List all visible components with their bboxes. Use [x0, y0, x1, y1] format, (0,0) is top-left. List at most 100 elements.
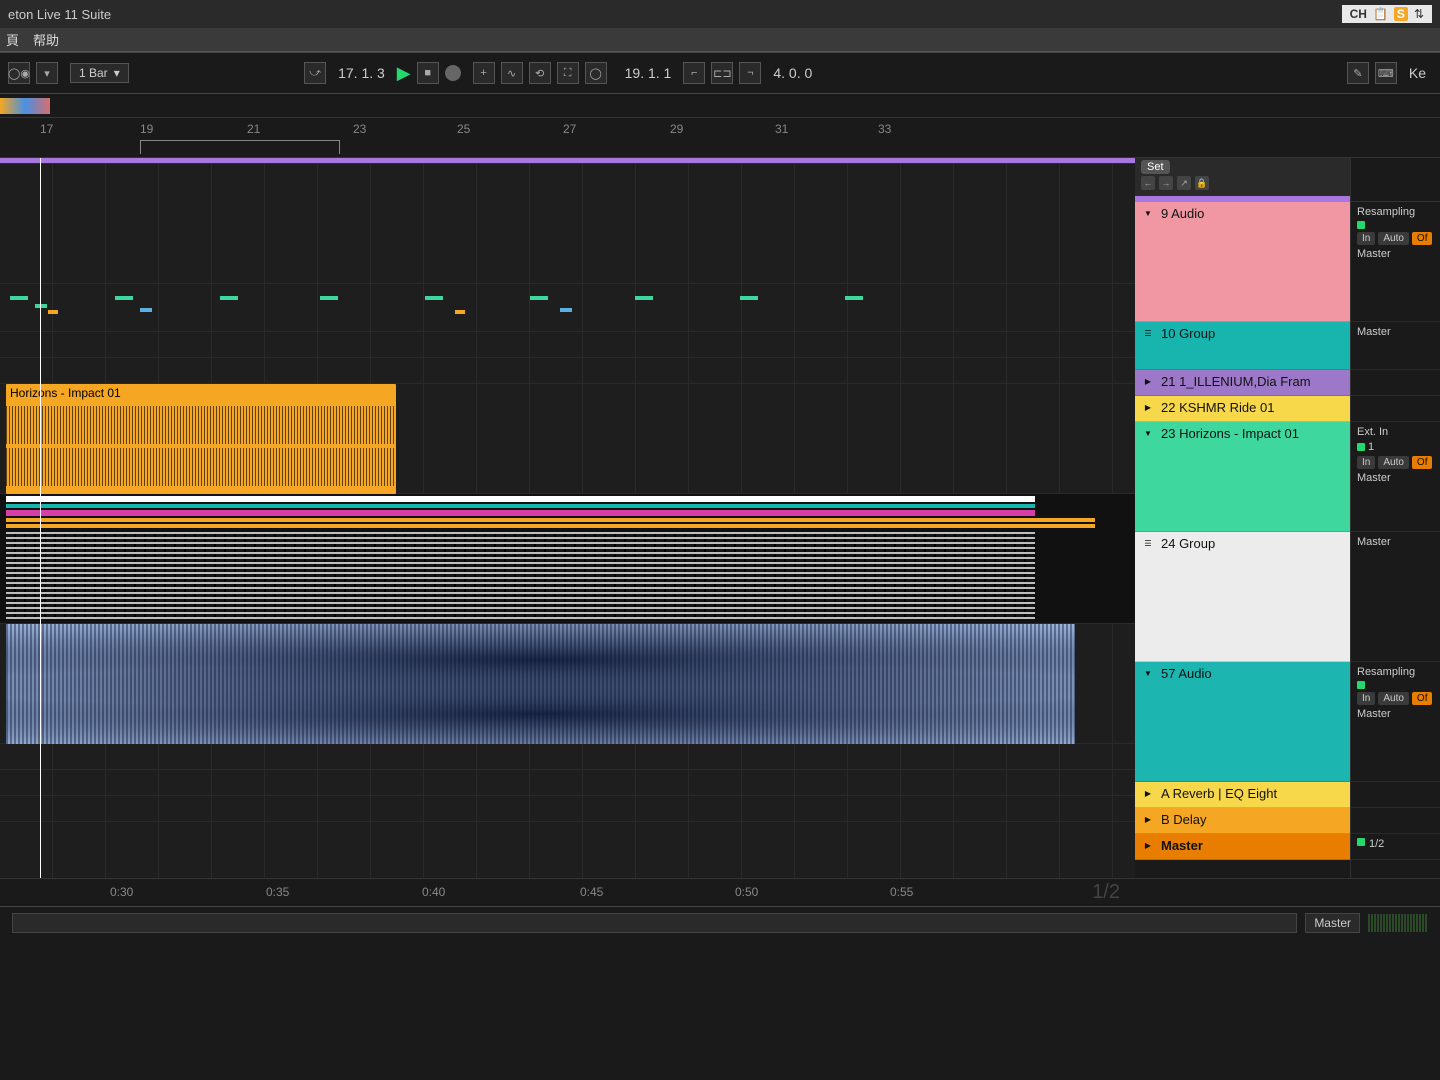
play-icon[interactable]: ▶ [1141, 838, 1155, 852]
track-lane-master[interactable] [0, 796, 1135, 822]
ime-indicator[interactable]: CH [1350, 7, 1367, 21]
cue-icon[interactable] [1357, 838, 1365, 846]
midi-note[interactable] [48, 310, 58, 314]
tray-icon-notepad[interactable]: 📋 [1373, 7, 1388, 21]
session-record-btn[interactable]: ◯ [585, 62, 607, 84]
loop-start-position[interactable]: 19. 1. 1 [619, 65, 678, 81]
fold-icon[interactable]: ▼ [1141, 206, 1155, 220]
track-lane-9[interactable] [0, 164, 1135, 284]
metronome-dropdown[interactable]: ▾ [36, 62, 58, 84]
nav-expand-icon[interactable]: ↗ [1177, 176, 1191, 190]
key-map-label[interactable]: Ke [1403, 65, 1432, 81]
track-lane-24[interactable] [0, 494, 1135, 624]
play-button[interactable]: ▶ [397, 63, 411, 84]
clip-horizons[interactable]: Horizons - Impact 01 [6, 384, 396, 494]
mixer-return-a[interactable] [1351, 782, 1440, 808]
play-icon[interactable]: ▶ [1141, 400, 1155, 414]
midi-note[interactable] [740, 296, 758, 300]
midi-note[interactable] [10, 296, 28, 300]
track-header-return-b[interactable]: ▶B Delay [1135, 808, 1350, 834]
quantize-dropdown[interactable]: 1 Bar▾ [70, 63, 129, 83]
clip-57-audio[interactable] [6, 624, 1075, 744]
fold-icon[interactable]: ▼ [1141, 426, 1155, 440]
track-header-21[interactable]: ▶21 1_ILLENIUM,Dia Fram [1135, 370, 1350, 396]
arrangement-timeline[interactable]: // (placeholder - gridlines drawn via CS… [0, 158, 1135, 878]
midi-note[interactable] [140, 308, 152, 312]
punch-in-btn[interactable]: ⌐ [683, 62, 705, 84]
beat-ruler[interactable]: 17 19 21 23 25 27 29 31 33 [0, 118, 1440, 158]
midi-keyboard-btn[interactable]: ⌨ [1375, 62, 1397, 84]
track-header-return-a[interactable]: ▶A Reverb | EQ Eight [1135, 782, 1350, 808]
punch-out-btn[interactable]: ¬ [739, 62, 761, 84]
track-header-23[interactable]: ▼23 Horizons - Impact 01 [1135, 422, 1350, 532]
track-lane-23[interactable]: Horizons - Impact 01 [0, 384, 1135, 494]
lock-icon[interactable]: 🔒 [1195, 176, 1209, 190]
draw-mode-btn[interactable]: ✎ [1347, 62, 1369, 84]
playhead[interactable] [40, 158, 41, 878]
track-lane-57[interactable] [0, 624, 1135, 744]
midi-note[interactable] [35, 304, 47, 308]
mixer-track-22[interactable] [1351, 396, 1440, 422]
title-bar: eton Live 11 Suite CH 📋 S ⇅ [0, 0, 1440, 28]
transport-toolbar: ◯◉ ▾ 1 Bar▾ ⤻ 17. 1. 3 ▶ ■ + ∿ ⟲ ⛶ ◯ 19.… [0, 52, 1440, 94]
chevron-down-icon: ▾ [114, 66, 120, 80]
track-lane-22[interactable] [0, 358, 1135, 384]
track-lane-return-a[interactable] [0, 744, 1135, 770]
reenable-automation-btn[interactable]: ⟲ [529, 62, 551, 84]
loop-switch[interactable]: ⊏⊐ [711, 62, 733, 84]
tray-icon-s[interactable]: S [1394, 7, 1408, 21]
record-button[interactable] [445, 65, 461, 81]
menu-bar: 頁 帮助 [0, 28, 1440, 52]
overdub-btn[interactable]: + [473, 62, 495, 84]
midi-note[interactable] [530, 296, 548, 300]
midi-note[interactable] [845, 296, 863, 300]
track-lane-10[interactable] [0, 284, 1135, 332]
play-icon[interactable]: ▶ [1141, 786, 1155, 800]
unfold-icon[interactable]: ☰ [1141, 536, 1155, 550]
automation-arm-btn[interactable]: ∿ [501, 62, 523, 84]
midi-note[interactable] [220, 296, 238, 300]
mixer-track-9[interactable]: Resampling InAutoOf Master [1351, 202, 1440, 322]
tray-icon-updown[interactable]: ⇅ [1414, 7, 1424, 21]
track-header-24[interactable]: ☰24 Group [1135, 532, 1350, 662]
track-lane-21[interactable] [0, 332, 1135, 358]
arrangement-overview[interactable] [0, 94, 1440, 118]
menu-item-1[interactable]: 頁 [6, 30, 19, 49]
track-header-master[interactable]: ▶Master [1135, 834, 1350, 860]
metronome-btn[interactable]: ◯◉ [8, 62, 30, 84]
loop-length[interactable]: 4. 0. 0 [767, 65, 818, 81]
follow-btn[interactable]: ⤻ [304, 62, 326, 84]
midi-note[interactable] [115, 296, 133, 300]
ruler-tick: 21 [247, 122, 260, 136]
track-lane-return-b[interactable] [0, 770, 1135, 796]
nav-back-icon[interactable]: ← [1141, 176, 1155, 190]
stop-button[interactable]: ■ [417, 62, 439, 84]
track-header-22[interactable]: ▶22 KSHMR Ride 01 [1135, 396, 1350, 422]
fold-icon[interactable]: ▼ [1141, 666, 1155, 680]
mixer-track-57[interactable]: Resampling InAutoOf Master [1351, 662, 1440, 782]
nav-fwd-icon[interactable]: → [1159, 176, 1173, 190]
mixer-master[interactable]: 1/2 [1351, 834, 1440, 860]
track-header-10[interactable]: ☰10 Group [1135, 322, 1350, 370]
arrangement-position[interactable]: 17. 1. 3 [332, 65, 391, 81]
mixer-return-b[interactable] [1351, 808, 1440, 834]
menu-item-help[interactable]: 帮助 [33, 30, 59, 49]
unfold-icon[interactable]: ☰ [1141, 326, 1155, 340]
midi-note[interactable] [455, 310, 465, 314]
track-header-57[interactable]: ▼57 Audio [1135, 662, 1350, 782]
mixer-track-10[interactable]: Master [1351, 322, 1440, 370]
capture-btn[interactable]: ⛶ [557, 62, 579, 84]
mixer-track-24[interactable]: Master [1351, 532, 1440, 662]
mixer-track-23[interactable]: Ext. In 1 InAutoOf Master [1351, 422, 1440, 532]
track-header-9[interactable]: ▼9 Audio [1135, 202, 1350, 322]
play-icon[interactable]: ▶ [1141, 374, 1155, 388]
midi-note[interactable] [425, 296, 443, 300]
play-icon[interactable]: ▶ [1141, 812, 1155, 826]
master-output-label[interactable]: Master [1305, 913, 1360, 933]
midi-note[interactable] [635, 296, 653, 300]
midi-note[interactable] [320, 296, 338, 300]
time-ruler[interactable]: 0:30 0:35 0:40 0:45 0:50 0:55 1/2 [0, 878, 1440, 906]
midi-note[interactable] [560, 308, 572, 312]
mixer-track-21[interactable] [1351, 370, 1440, 396]
loop-bracket[interactable] [140, 140, 340, 154]
